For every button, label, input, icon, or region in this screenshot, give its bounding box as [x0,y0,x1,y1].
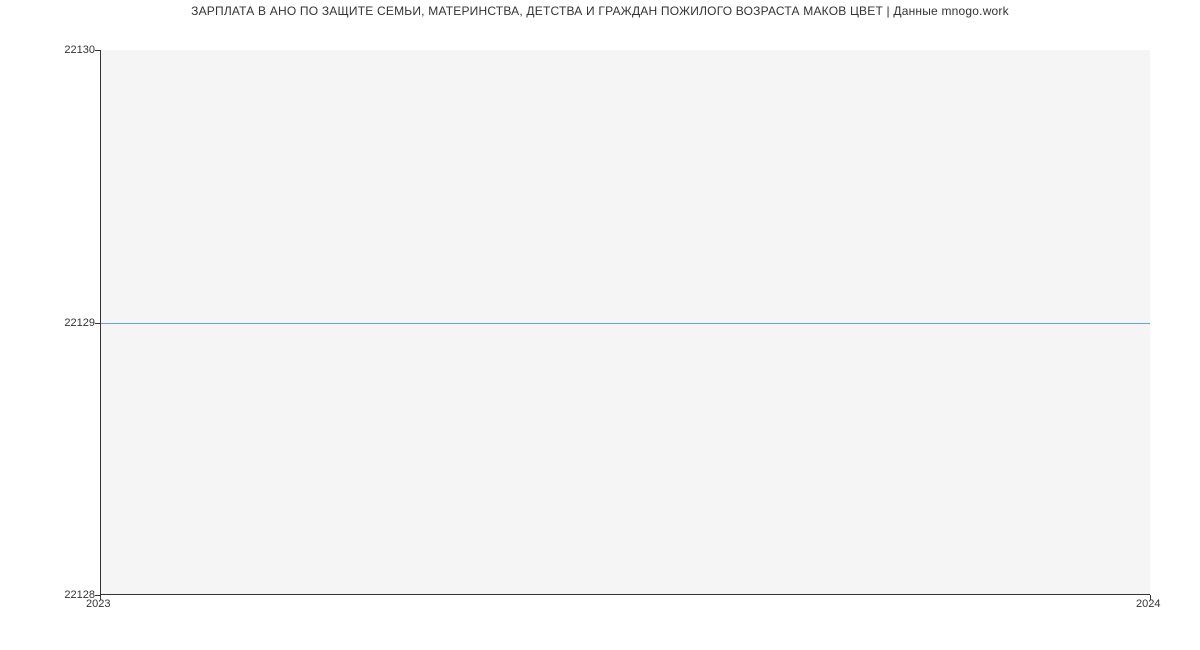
plot-area [100,50,1150,595]
chart-container: ЗАРПЛАТА В АНО ПО ЗАЩИТЕ СЕМЬИ, МАТЕРИНС… [0,0,1200,650]
y-tick-label: 22129 [5,317,95,329]
data-line [101,323,1150,324]
y-tick-label: 22130 [5,44,95,56]
x-tick-label: 2024 [1136,598,1160,610]
chart-title: ЗАРПЛАТА В АНО ПО ЗАЩИТЕ СЕМЬИ, МАТЕРИНС… [0,4,1200,18]
y-tick-label: 22128 [5,589,95,601]
x-tick-label: 2023 [86,598,110,610]
